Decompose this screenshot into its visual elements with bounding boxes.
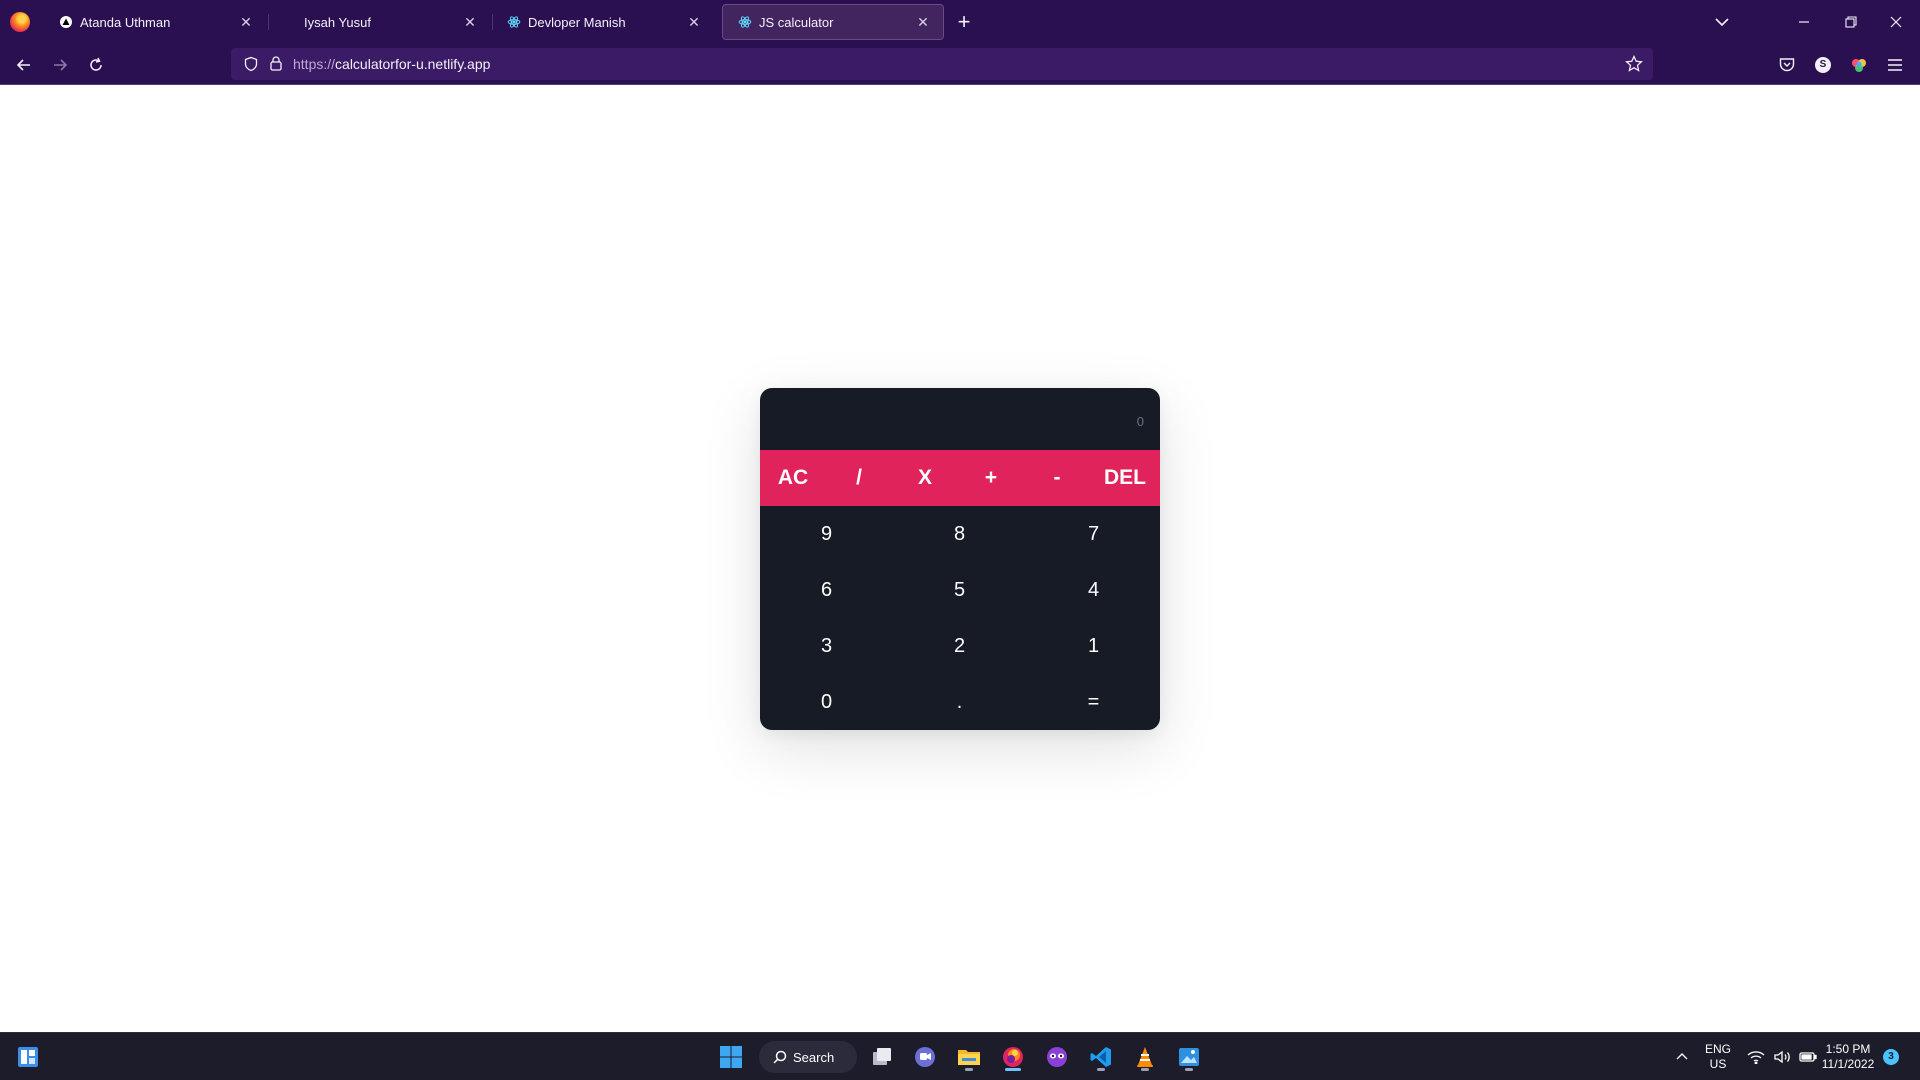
tracking-shield-icon[interactable] bbox=[243, 56, 259, 77]
back-arrow-icon[interactable] bbox=[10, 52, 38, 78]
url-text[interactable]: https://calculatorfor-u.netlify.app bbox=[293, 56, 490, 72]
new-tab-button[interactable]: + bbox=[951, 10, 977, 36]
tab-js-calculator[interactable]: JS calculator ✕ bbox=[722, 4, 944, 40]
calculator-display: 0 bbox=[760, 388, 1160, 450]
url-host: calculatorfor-u.netlify.app bbox=[335, 56, 491, 72]
react-icon bbox=[737, 14, 753, 30]
region-code: US bbox=[1709, 1057, 1727, 1071]
calculator: 0 AC / X + - DEL 9 8 7 6 5 4 3 2 1 0 . = bbox=[760, 388, 1160, 730]
tab-atanda-uthman[interactable]: Atanda Uthman ✕ bbox=[44, 4, 266, 40]
blank-favicon bbox=[282, 14, 298, 30]
language-indicator[interactable]: ENG US bbox=[1700, 1042, 1736, 1072]
wifi-icon bbox=[1747, 1051, 1765, 1064]
system-tray-status[interactable] bbox=[1738, 1041, 1826, 1073]
tab-devloper-manish[interactable]: Devloper Manish ✕ bbox=[492, 4, 714, 40]
key-3[interactable]: 3 bbox=[760, 618, 893, 674]
vercel-triangle-icon bbox=[58, 14, 74, 30]
operator-row: AC / X + - DEL bbox=[760, 450, 1160, 506]
teams-chat-icon[interactable] bbox=[909, 1041, 941, 1073]
profile-avatar[interactable]: S bbox=[1811, 53, 1835, 77]
firefox-menu-icon[interactable] bbox=[10, 12, 30, 32]
add-button[interactable]: + bbox=[958, 450, 1024, 506]
browser-tab-bar: Atanda Uthman ✕ Iysah Yusuf ✕ Devloper M… bbox=[0, 0, 1920, 44]
firefox-taskbar-icon[interactable] bbox=[997, 1041, 1029, 1073]
tab-iysah-yusuf[interactable]: Iysah Yusuf ✕ bbox=[268, 4, 490, 40]
display-value: 0 bbox=[1136, 414, 1144, 429]
key-9[interactable]: 9 bbox=[760, 506, 893, 562]
key-0[interactable]: 0 bbox=[760, 674, 893, 730]
windows-taskbar: Search ENG US 1:50 PM 11/1/2022 3 bbox=[0, 1032, 1920, 1080]
chevron-down-icon[interactable] bbox=[1710, 10, 1734, 34]
tab-title: Iysah Yusuf bbox=[304, 14, 371, 30]
divide-button[interactable]: / bbox=[826, 450, 892, 506]
restore-button[interactable] bbox=[1829, 6, 1873, 38]
tab-title: Devloper Manish bbox=[528, 14, 626, 30]
equals-button[interactable]: = bbox=[1027, 674, 1160, 730]
language-code: ENG bbox=[1704, 1042, 1731, 1056]
search-icon bbox=[773, 1050, 787, 1064]
photos-icon[interactable] bbox=[1173, 1041, 1205, 1073]
delete-button[interactable]: DEL bbox=[1090, 450, 1160, 506]
volume-icon bbox=[1774, 1050, 1790, 1064]
close-icon[interactable]: ✕ bbox=[234, 10, 258, 34]
key-5[interactable]: 5 bbox=[893, 562, 1026, 618]
widgets-icon[interactable] bbox=[12, 1041, 44, 1073]
hamburger-menu-icon[interactable] bbox=[1883, 53, 1907, 77]
reload-icon[interactable] bbox=[82, 52, 110, 78]
notification-count-badge[interactable]: 3 bbox=[1883, 1049, 1899, 1065]
minimize-button[interactable] bbox=[1782, 6, 1826, 38]
key-4[interactable]: 4 bbox=[1027, 562, 1160, 618]
key-8[interactable]: 8 bbox=[893, 506, 1026, 562]
address-bar[interactable]: https://calculatorfor-u.netlify.app bbox=[231, 48, 1653, 80]
close-icon[interactable]: ✕ bbox=[682, 10, 706, 34]
running-indicator bbox=[1141, 1068, 1149, 1071]
key-6[interactable]: 6 bbox=[760, 562, 893, 618]
key-2[interactable]: 2 bbox=[893, 618, 1026, 674]
battery-icon bbox=[1799, 1052, 1817, 1062]
close-window-button[interactable] bbox=[1874, 6, 1918, 38]
bookmark-star-icon[interactable] bbox=[1625, 54, 1643, 78]
tab-title: Atanda Uthman bbox=[80, 14, 171, 30]
close-icon[interactable]: ✕ bbox=[458, 10, 482, 34]
key-decimal[interactable]: . bbox=[893, 674, 1026, 730]
search-label: Search bbox=[793, 1049, 835, 1065]
show-hidden-icons-chevron-icon[interactable] bbox=[1666, 1041, 1698, 1073]
pocket-icon[interactable] bbox=[1775, 53, 1799, 77]
key-7[interactable]: 7 bbox=[1027, 506, 1160, 562]
url-scheme: https:// bbox=[293, 56, 336, 72]
taskbar-search-button[interactable]: Search bbox=[759, 1041, 857, 1073]
clear-button[interactable]: AC bbox=[760, 450, 826, 506]
file-explorer-icon[interactable] bbox=[953, 1041, 985, 1073]
forward-arrow-icon[interactable] bbox=[46, 52, 74, 78]
app-mask-icon[interactable] bbox=[1041, 1041, 1073, 1073]
key-1[interactable]: 1 bbox=[1027, 618, 1160, 674]
multiply-button[interactable]: X bbox=[892, 450, 958, 506]
clock[interactable]: 1:50 PM 11/1/2022 bbox=[1818, 1042, 1878, 1072]
browser-nav-bar: https://calculatorfor-u.netlify.app bbox=[0, 44, 1920, 85]
subtract-button[interactable]: - bbox=[1024, 450, 1090, 506]
running-indicator bbox=[965, 1068, 973, 1071]
lock-icon[interactable] bbox=[269, 55, 283, 76]
tab-title: JS calculator bbox=[759, 14, 834, 30]
clock-date: 11/1/2022 bbox=[1821, 1057, 1875, 1071]
react-icon bbox=[506, 14, 522, 30]
vlc-icon[interactable] bbox=[1129, 1041, 1161, 1073]
running-indicator bbox=[1097, 1068, 1105, 1071]
color-extension-icon[interactable] bbox=[1847, 53, 1871, 77]
task-view-icon[interactable] bbox=[866, 1041, 898, 1073]
running-indicator bbox=[1185, 1068, 1193, 1071]
windows-start-icon[interactable] bbox=[715, 1041, 747, 1073]
vscode-icon[interactable] bbox=[1085, 1041, 1117, 1073]
active-indicator bbox=[1005, 1068, 1021, 1071]
close-icon[interactable]: ✕ bbox=[911, 10, 935, 34]
profile-initial: S bbox=[1819, 59, 1827, 70]
clock-time: 1:50 PM bbox=[1825, 1042, 1871, 1056]
